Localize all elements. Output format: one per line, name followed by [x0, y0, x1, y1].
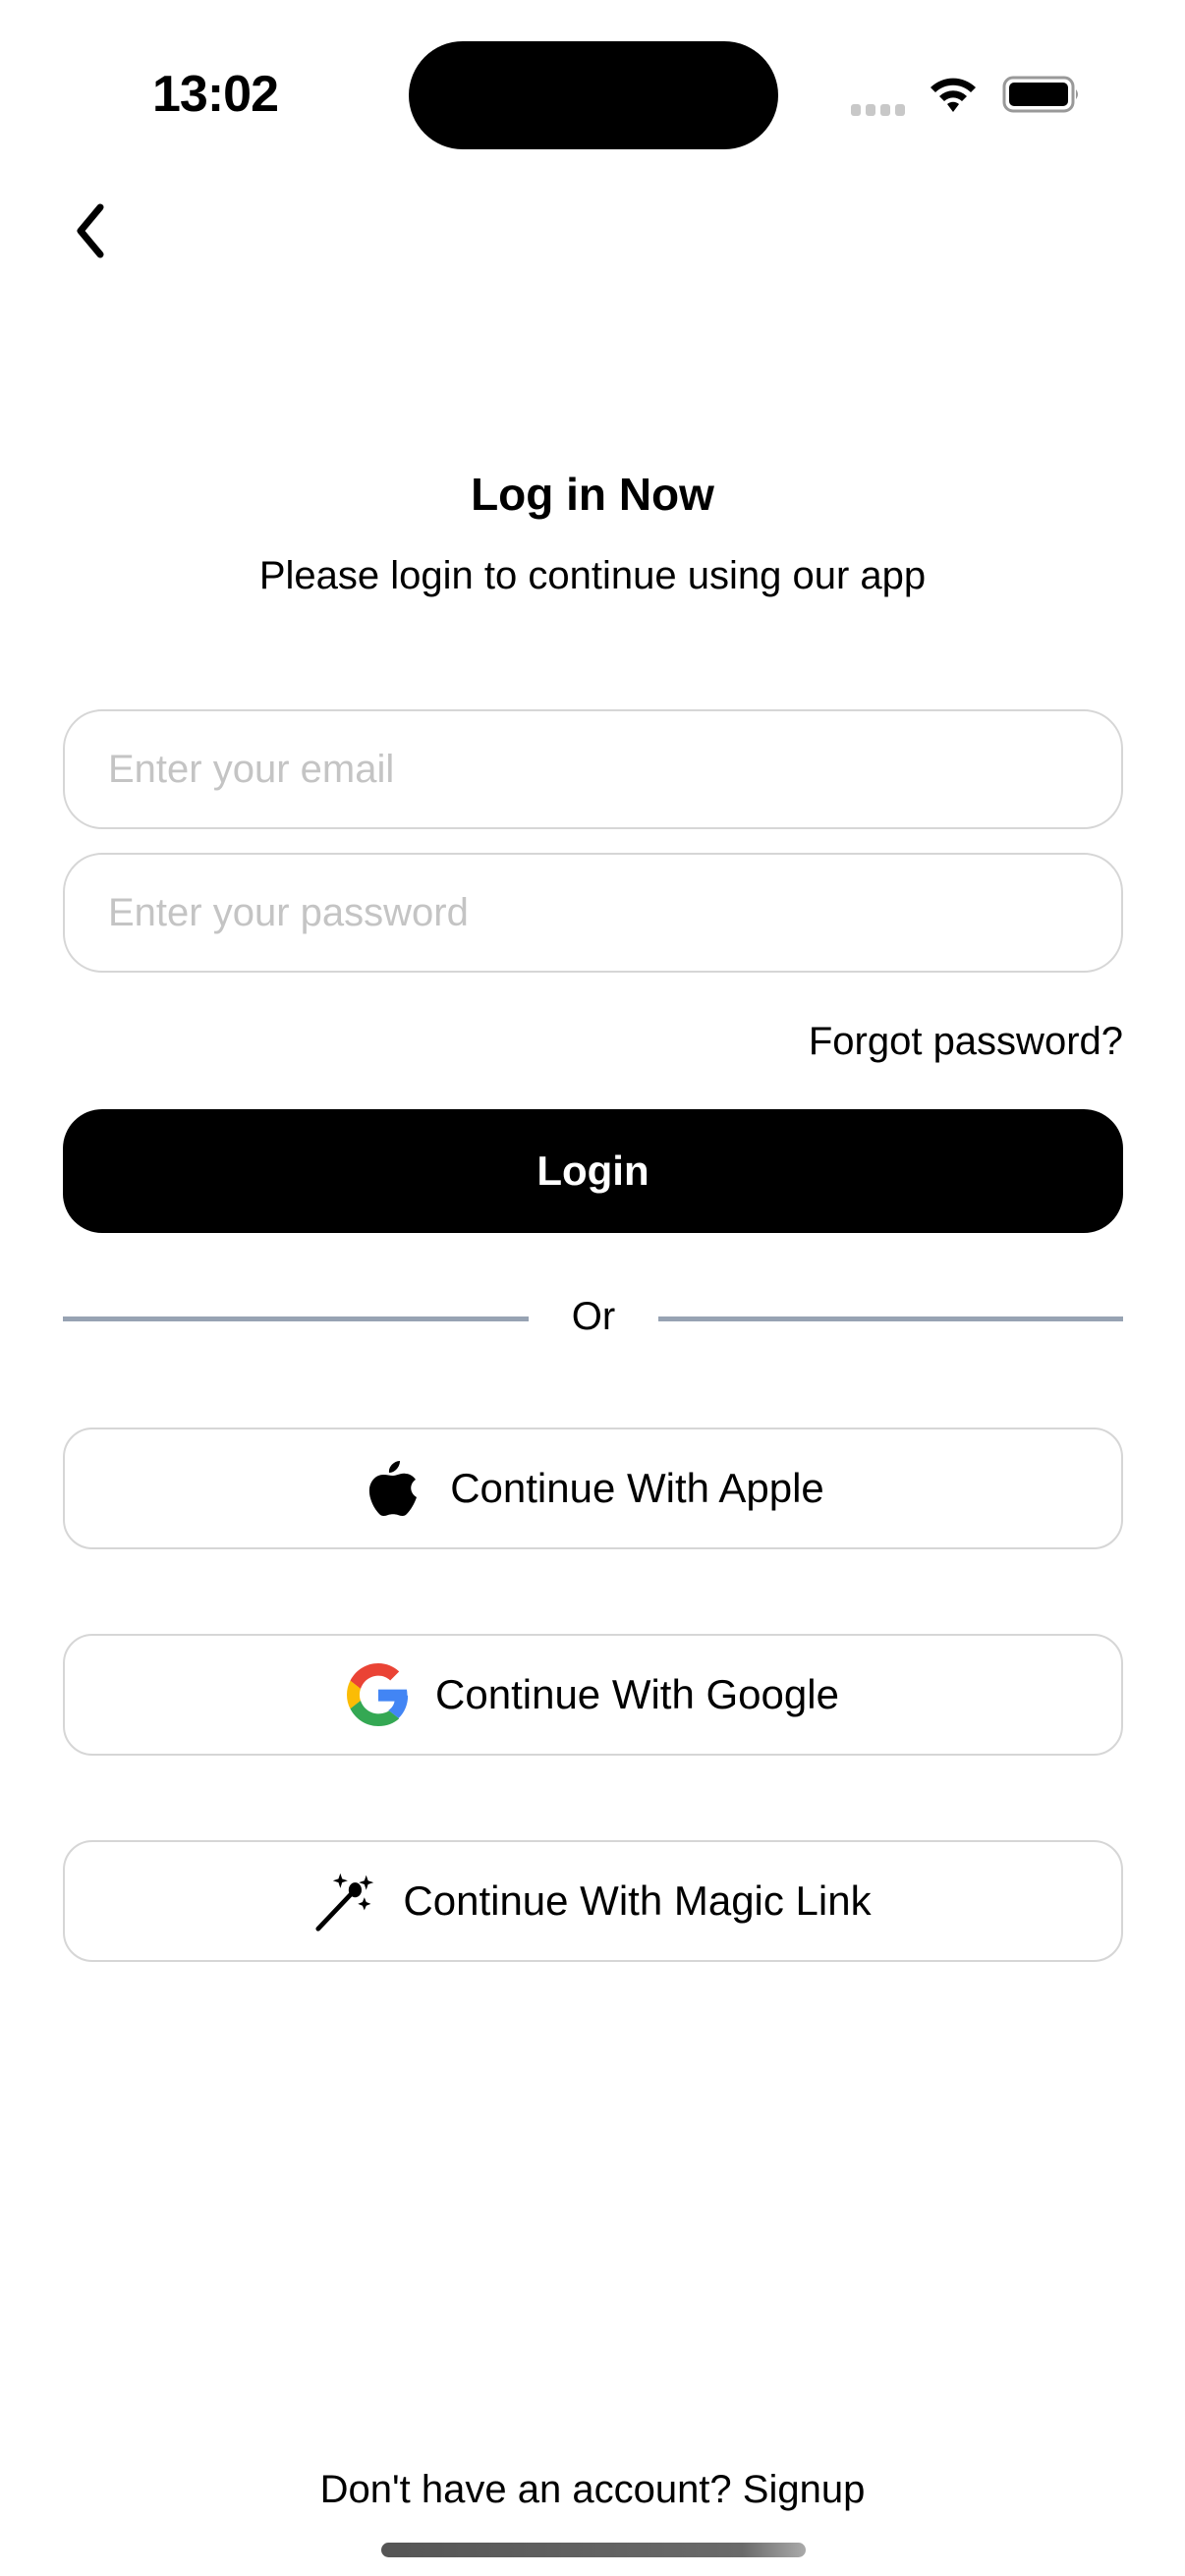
password-input[interactable] — [65, 855, 1121, 971]
dynamic-island — [409, 41, 778, 149]
chevron-left-icon — [77, 203, 104, 258]
page-title: Log in Now — [471, 469, 714, 520]
continue-with-apple-button[interactable]: Continue With Apple — [63, 1428, 1123, 1549]
google-button-label: Continue With Google — [435, 1671, 839, 1717]
divider-label: Or — [571, 1295, 616, 1338]
signup-prompt: Don't have an account? Signup — [0, 2468, 1185, 2512]
forgot-password-link[interactable]: Forgot password? — [809, 1020, 1123, 1064]
google-logo-icon — [347, 1663, 410, 1726]
battery-icon — [1002, 76, 1078, 113]
email-input[interactable] — [65, 711, 1121, 827]
apple-button-label: Continue With Apple — [450, 1465, 824, 1511]
cellular-signal-icon — [851, 104, 905, 116]
magic-link-button-label: Continue With Magic Link — [403, 1877, 872, 1924]
wifi-icon — [931, 78, 976, 112]
signup-link[interactable]: Signup — [743, 2468, 866, 2511]
back-button[interactable] — [71, 201, 110, 260]
continue-with-magic-link-button[interactable]: Continue With Magic Link — [63, 1840, 1123, 1962]
page-subtitle: Please login to continue using our app — [258, 554, 927, 597]
divider-line-left — [63, 1316, 529, 1321]
signup-prompt-text: Don't have an account? — [319, 2468, 732, 2511]
continue-with-google-button[interactable]: Continue With Google — [63, 1634, 1123, 1756]
status-time: 13:02 — [152, 66, 279, 123]
divider-line-right — [658, 1316, 1123, 1321]
email-field-container — [63, 709, 1123, 829]
password-field-container — [63, 853, 1123, 973]
magic-wand-icon — [314, 1870, 377, 1932]
login-button[interactable]: Login — [63, 1109, 1123, 1233]
apple-logo-icon — [362, 1457, 424, 1520]
home-indicator[interactable] — [381, 2543, 806, 2557]
